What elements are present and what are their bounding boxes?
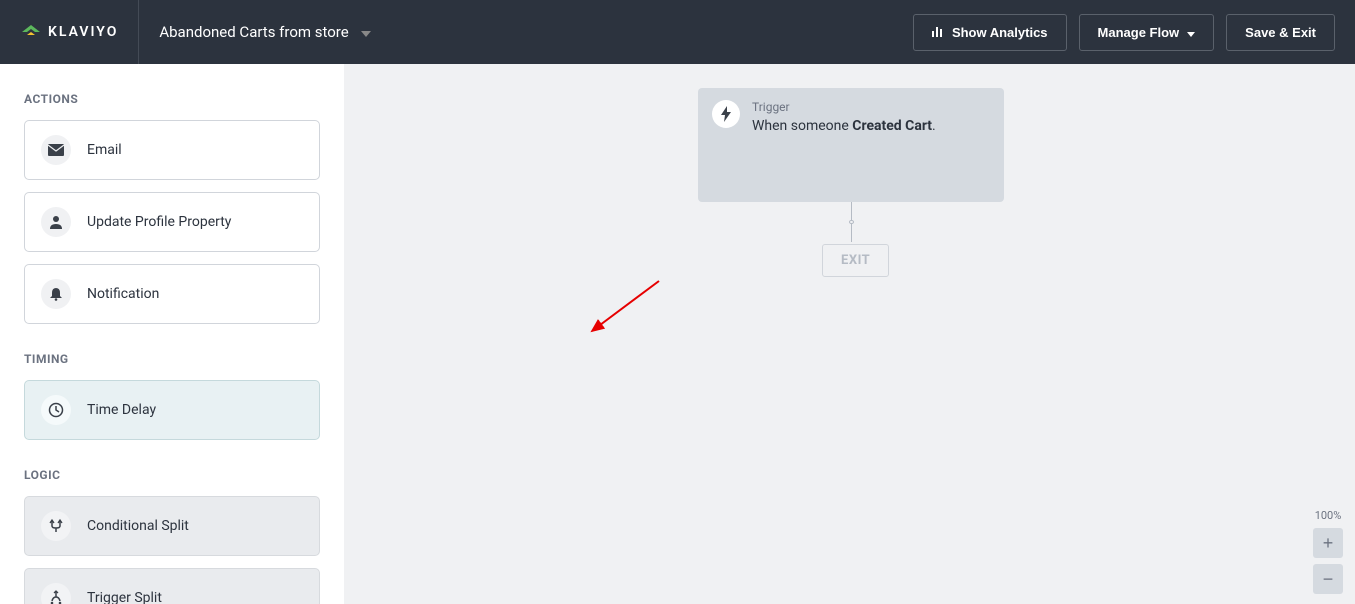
action-email[interactable]: Email <box>24 120 320 180</box>
action-email-label: Email <box>87 142 122 158</box>
analytics-icon <box>932 25 944 40</box>
manage-flow-button[interactable]: Manage Flow <box>1079 14 1215 51</box>
action-update-profile[interactable]: Update Profile Property <box>24 192 320 252</box>
connector <box>850 202 852 242</box>
person-icon <box>41 207 71 237</box>
timing-section: TIMING Time Delay <box>24 352 320 440</box>
zoom-level: 100% <box>1315 509 1342 522</box>
trigger-content: Trigger When someone Created Cart. <box>752 100 990 190</box>
zoom-out-button[interactable]: − <box>1313 564 1343 594</box>
trigger-label: Trigger <box>752 100 990 114</box>
logo-mark <box>20 22 42 42</box>
action-conditional-split[interactable]: Conditional Split <box>24 496 320 556</box>
clock-icon <box>41 395 71 425</box>
bell-icon <box>41 279 71 309</box>
save-exit-label: Save & Exit <box>1245 25 1316 40</box>
show-analytics-label: Show Analytics <box>952 25 1048 40</box>
save-exit-button[interactable]: Save & Exit <box>1226 14 1335 51</box>
connector-line <box>851 202 852 220</box>
flow-canvas[interactable]: Trigger When someone Created Cart. EXIT … <box>344 64 1355 604</box>
trigger-text: When someone Created Cart. <box>752 118 990 134</box>
flow-title-label: Abandoned Carts from store <box>159 23 348 41</box>
caret-down-icon <box>1187 25 1195 40</box>
action-trigger-split[interactable]: Trigger Split <box>24 568 320 604</box>
action-update-profile-label: Update Profile Property <box>87 214 231 230</box>
logo[interactable]: KLAVIYO <box>20 0 139 64</box>
action-trigger-split-label: Trigger Split <box>87 590 162 604</box>
email-icon <box>41 135 71 165</box>
actions-section: ACTIONS Email Update Profile Property No… <box>24 92 320 324</box>
annotation-arrow <box>574 276 664 346</box>
actions-section-label: ACTIONS <box>24 92 320 106</box>
trigger-card[interactable]: Trigger When someone Created Cart. <box>698 88 1004 202</box>
logic-section: LOGIC Conditional Split Trigger Split <box>24 468 320 604</box>
bolt-icon <box>712 100 740 128</box>
header-bar: KLAVIYO Abandoned Carts from store Show … <box>0 0 1355 64</box>
manage-flow-label: Manage Flow <box>1098 25 1180 40</box>
show-analytics-button[interactable]: Show Analytics <box>913 14 1067 51</box>
action-time-delay[interactable]: Time Delay <box>24 380 320 440</box>
main-layout: ACTIONS Email Update Profile Property No… <box>0 64 1355 604</box>
action-notification[interactable]: Notification <box>24 264 320 324</box>
logic-section-label: LOGIC <box>24 468 320 482</box>
header-actions: Show Analytics Manage Flow Save & Exit <box>913 14 1335 51</box>
action-notification-label: Notification <box>87 286 159 302</box>
connector-line <box>851 224 852 242</box>
timing-section-label: TIMING <box>24 352 320 366</box>
trigger-split-icon <box>41 583 71 604</box>
sidebar: ACTIONS Email Update Profile Property No… <box>0 64 344 604</box>
action-time-delay-label: Time Delay <box>87 402 156 418</box>
flow-title-dropdown[interactable]: Abandoned Carts from store <box>139 23 370 41</box>
action-conditional-split-label: Conditional Split <box>87 518 189 534</box>
caret-down-icon <box>361 23 371 41</box>
exit-node[interactable]: EXIT <box>822 244 889 277</box>
logo-text: KLAVIYO <box>48 24 118 40</box>
zoom-in-button[interactable]: + <box>1313 528 1343 558</box>
zoom-controls: 100% + − <box>1313 509 1343 594</box>
split-icon <box>41 511 71 541</box>
